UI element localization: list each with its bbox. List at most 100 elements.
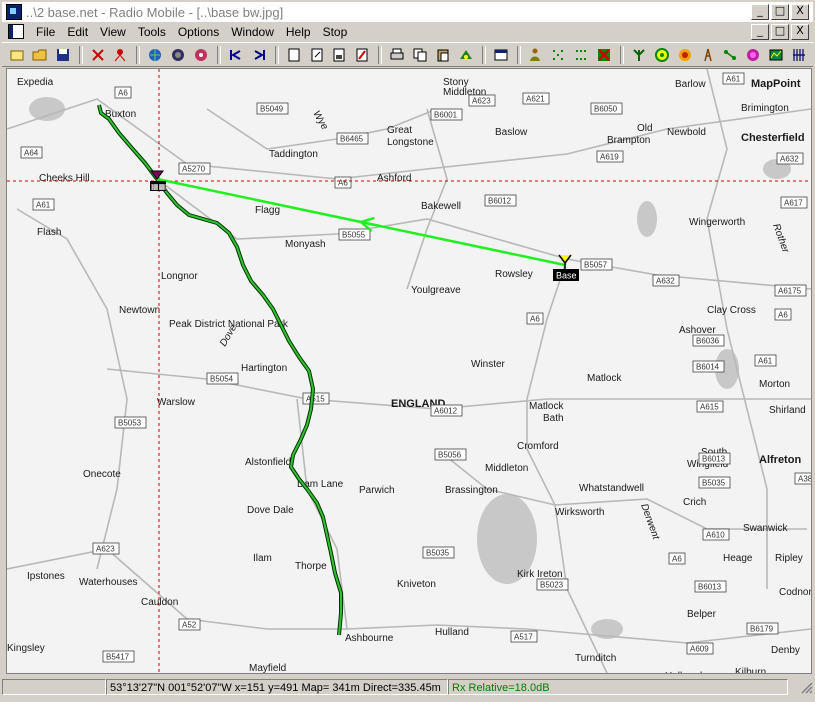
- child-minimize-button[interactable]: _: [751, 23, 769, 40]
- rainbow-button[interactable]: [676, 46, 694, 64]
- place-label: Longstone: [387, 137, 434, 148]
- map-canvas[interactable]: ExpediaBuxtonCheeks HillFlashTaddingtonG…: [7, 69, 811, 673]
- menu-view[interactable]: View: [94, 25, 132, 39]
- map-view[interactable]: Expedia Buxton Cheeks Hill Flash Taddington G…: [6, 68, 812, 674]
- place-label: Clay Cross: [707, 305, 756, 316]
- place-label: Ashford: [377, 173, 411, 184]
- merge-button[interactable]: [457, 46, 475, 64]
- window-button[interactable]: [492, 46, 510, 64]
- road-label: A517: [514, 633, 533, 642]
- place-label: Morton: [759, 379, 790, 390]
- color-button[interactable]: [192, 46, 210, 64]
- place-label: Ilam: [253, 553, 272, 564]
- place-label: Ipstones: [27, 571, 65, 582]
- place-label: Mayfield: [249, 663, 286, 673]
- place-label: Thorpe: [295, 561, 327, 572]
- road-label: A623: [472, 97, 491, 106]
- spectrum-button[interactable]: [767, 46, 785, 64]
- network-icon: [91, 48, 104, 61]
- document-icon[interactable]: [8, 24, 24, 39]
- road-label: B6050: [594, 105, 618, 114]
- folder-button[interactable]: [31, 46, 49, 64]
- place-label: Ashbourne: [345, 633, 394, 644]
- road-label: B5055: [342, 231, 366, 240]
- road-label: B5057: [584, 261, 608, 270]
- place-label: Matlock: [529, 401, 564, 412]
- menu-options[interactable]: Options: [172, 25, 225, 39]
- place-label: Baslow: [495, 127, 528, 138]
- nav-left-button[interactable]: [227, 46, 245, 64]
- copy-icon: [413, 48, 427, 61]
- road-label: A610: [706, 531, 725, 540]
- bars-icon: [793, 48, 806, 61]
- application-window: ..\2 base.net - Radio Mobile - [..\base …: [0, 0, 815, 702]
- paste-button[interactable]: [434, 46, 452, 64]
- globe-button[interactable]: [146, 46, 164, 64]
- place-label: Taddington: [269, 149, 318, 160]
- printer-button[interactable]: [388, 46, 406, 64]
- minimize-button[interactable]: _: [751, 4, 769, 20]
- print-page-icon: [333, 48, 345, 61]
- link-button[interactable]: [722, 46, 740, 64]
- maximize-button[interactable]: □: [771, 4, 789, 20]
- page-button[interactable]: [285, 46, 303, 64]
- terrain-shade: [29, 97, 65, 121]
- app-icon[interactable]: [6, 4, 22, 20]
- picture-button[interactable]: [169, 46, 187, 64]
- save-button[interactable]: [54, 46, 72, 64]
- road-label: A6: [672, 555, 682, 564]
- place-label: Shirland: [769, 405, 806, 416]
- place-label: Matlock: [587, 373, 622, 384]
- grid-button[interactable]: [549, 46, 567, 64]
- road-label: A632: [780, 155, 799, 164]
- road-label: A6: [530, 315, 540, 324]
- target-button[interactable]: [653, 46, 671, 64]
- unit-button[interactable]: [111, 46, 129, 64]
- cancel-button[interactable]: [595, 46, 613, 64]
- toolbar-separator: [136, 45, 141, 64]
- close-button[interactable]: X: [791, 4, 809, 20]
- toolbar-separator: [78, 45, 83, 64]
- pdf-button[interactable]: [353, 46, 371, 64]
- print-page-button[interactable]: [330, 46, 348, 64]
- menu-edit[interactable]: Edit: [61, 25, 94, 39]
- people-button[interactable]: [527, 46, 545, 64]
- place-label: Ripley: [775, 553, 803, 564]
- tower-button[interactable]: [699, 46, 717, 64]
- place-label: Hulland: [435, 627, 469, 638]
- road-label: A6: [118, 89, 128, 98]
- link-icon: [724, 49, 737, 60]
- edit-page-icon: [311, 48, 322, 61]
- child-close-button[interactable]: X: [791, 23, 809, 40]
- resize-grip-icon[interactable]: [799, 680, 813, 694]
- road-label: A5270: [182, 165, 206, 174]
- place-label: Heage: [723, 553, 753, 564]
- menu-window[interactable]: Window: [225, 25, 280, 39]
- nav-right-button[interactable]: [250, 46, 268, 64]
- place-label: Kniveton: [397, 579, 436, 590]
- status-rx-relative: Rx Relative=18.0dB: [448, 679, 788, 695]
- menu-tools[interactable]: Tools: [132, 25, 172, 39]
- printer-icon: [390, 48, 404, 59]
- menu-file[interactable]: File: [30, 25, 61, 39]
- copy-button[interactable]: [411, 46, 429, 64]
- antenna-button[interactable]: [630, 46, 648, 64]
- road-label: A619: [600, 153, 619, 162]
- place-label: Bakewell: [421, 201, 461, 212]
- open-button[interactable]: [8, 46, 26, 64]
- network-button[interactable]: [89, 46, 107, 64]
- bars-button[interactable]: [790, 46, 808, 64]
- child-restore-button[interactable]: □: [771, 23, 789, 40]
- menu-stop[interactable]: Stop: [317, 25, 354, 39]
- road-label: A632: [656, 277, 675, 286]
- edit-page-button[interactable]: [308, 46, 326, 64]
- paste-icon: [437, 49, 449, 61]
- road-label: A61: [36, 201, 51, 210]
- menu-help[interactable]: Help: [280, 25, 317, 39]
- globe-icon: [149, 48, 162, 61]
- picture-icon: [172, 48, 185, 61]
- road-label: A38: [798, 475, 811, 484]
- plot-button[interactable]: [744, 46, 762, 64]
- place-label: Bath: [543, 413, 564, 424]
- dots-button[interactable]: [572, 46, 590, 64]
